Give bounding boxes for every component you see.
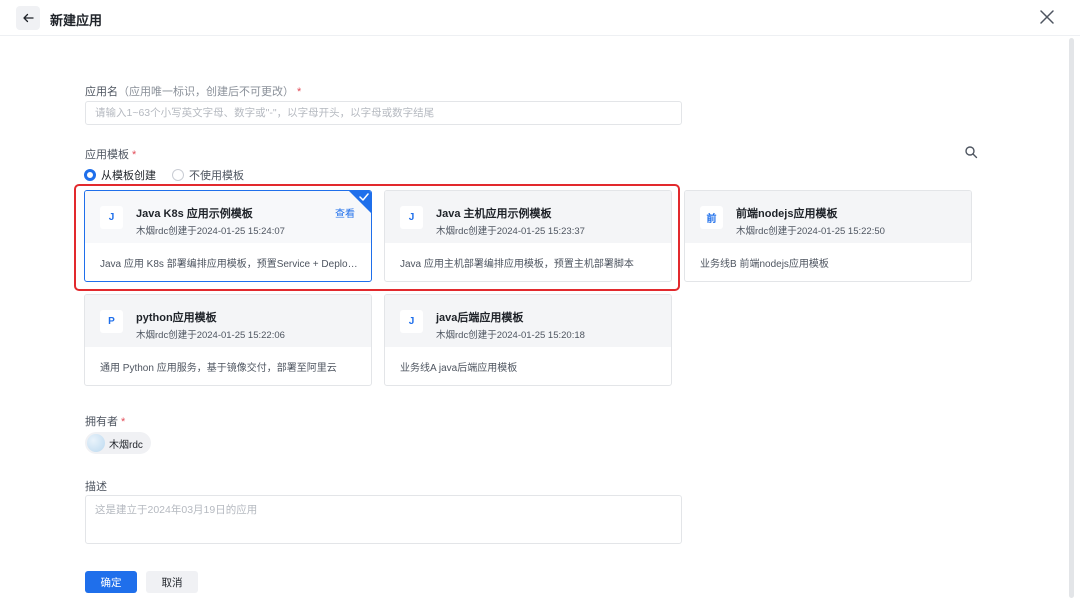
owner-chip[interactable]: 木烟rdc [85,432,151,454]
app-name-label-text: 应用名 [85,86,118,98]
radio-from-template-label: 从模板创建 [101,170,156,182]
owner-label: 拥有者 * [85,413,125,429]
card-avatar: 前 [700,206,723,229]
app-name-hint: （应用唯一标识，创建后不可更改） [118,86,294,98]
card-meta: 木烟rdc创建于2024-01-25 15:22:06 [136,330,285,341]
search-icon[interactable] [964,145,978,159]
required-mark: * [121,416,126,428]
card-title: java后端应用模板 [436,312,524,324]
card-header: J Java K8s 应用示例模板 木烟rdc创建于2024-01-25 15:… [85,191,371,243]
scrollbar[interactable] [1069,38,1074,598]
card-avatar: J [400,310,423,333]
card-meta: 木烟rdc创建于2024-01-25 15:22:50 [736,226,885,237]
card-meta: 木烟rdc创建于2024-01-25 15:24:07 [136,226,285,237]
app-name-label: 应用名（应用唯一标识，创建后不可更改） * [85,83,301,99]
card-meta: 木烟rdc创建于2024-01-25 15:20:18 [436,330,585,341]
description-placeholder: 这是建立于2024年03月19日的应用 [95,504,258,516]
radio-unchecked-icon [172,169,184,181]
check-icon [359,193,369,201]
card-avatar: J [400,206,423,229]
card-description: 业务线A java后端应用模板 [400,363,518,374]
description-textarea[interactable]: 这是建立于2024年03月19日的应用 [85,495,682,544]
card-title: python应用模板 [136,312,217,324]
card-description: 通用 Python 应用服务，基于镜像交付，部署至阿里云 [100,363,337,374]
card-description: 业务线B 前端nodejs应用模板 [700,259,829,270]
card-header: 前 前端nodejs应用模板 木烟rdc创建于2024-01-25 15:22:… [685,191,971,243]
description-label: 描述 [85,478,107,494]
template-card-python[interactable]: P python应用模板 木烟rdc创建于2024-01-25 15:22:06… [84,294,372,386]
card-title: Java K8s 应用示例模板 [136,208,253,220]
template-mode-radio-group: 从模板创建 不使用模板 [84,167,260,183]
close-icon [1040,10,1054,24]
template-card-java-k8s[interactable]: J Java K8s 应用示例模板 木烟rdc创建于2024-01-25 15:… [84,190,372,282]
template-label-text: 应用模板 [85,149,129,161]
card-header: J Java 主机应用示例模板 木烟rdc创建于2024-01-25 15:23… [385,191,671,243]
radio-no-template-label: 不使用模板 [189,170,244,182]
avatar [87,434,105,452]
app-name-placeholder: 请输入1~63个小写英文字母、数字或"-"，以字母开头，以字母或数字结尾 [95,107,435,119]
description-label-text: 描述 [85,481,107,493]
card-avatar: J [100,206,123,229]
card-title: Java 主机应用示例模板 [436,208,552,220]
card-description: Java 应用主机部署编排应用模板，预置主机部署脚本 [400,259,634,270]
radio-no-template[interactable]: 不使用模板 [172,167,244,183]
page-title: 新建应用 [50,13,103,28]
card-title: 前端nodejs应用模板 [736,208,838,220]
owner-label-text: 拥有者 [85,416,118,428]
card-description: Java 应用 K8s 部署编排应用模板，预置Service + Deploym… [100,259,358,270]
confirm-button[interactable]: 确定 [85,571,137,593]
card-header: J java后端应用模板 木烟rdc创建于2024-01-25 15:20:18 [385,295,671,347]
template-card-java-backend[interactable]: J java后端应用模板 木烟rdc创建于2024-01-25 15:20:18… [384,294,672,386]
required-mark: * [132,149,137,161]
card-avatar: P [100,310,123,333]
card-meta: 木烟rdc创建于2024-01-25 15:23:37 [436,226,585,237]
required-mark: * [297,86,302,98]
template-card-java-host[interactable]: J Java 主机应用示例模板 木烟rdc创建于2024-01-25 15:23… [384,190,672,282]
owner-name: 木烟rdc [109,439,143,451]
close-button[interactable] [1038,8,1056,26]
card-header: P python应用模板 木烟rdc创建于2024-01-25 15:22:06 [85,295,371,347]
header-bar: 新建应用 [0,0,1080,36]
arrow-left-icon [23,13,34,23]
radio-checked-icon [84,169,96,181]
template-label: 应用模板 * [85,146,136,162]
template-card-nodejs[interactable]: 前 前端nodejs应用模板 木烟rdc创建于2024-01-25 15:22:… [684,190,972,282]
app-name-input[interactable]: 请输入1~63个小写英文字母、数字或"-"，以字母开头，以字母或数字结尾 [85,101,682,125]
back-button[interactable] [16,6,40,30]
radio-from-template[interactable]: 从模板创建 [84,167,156,183]
cancel-button[interactable]: 取消 [146,571,198,593]
